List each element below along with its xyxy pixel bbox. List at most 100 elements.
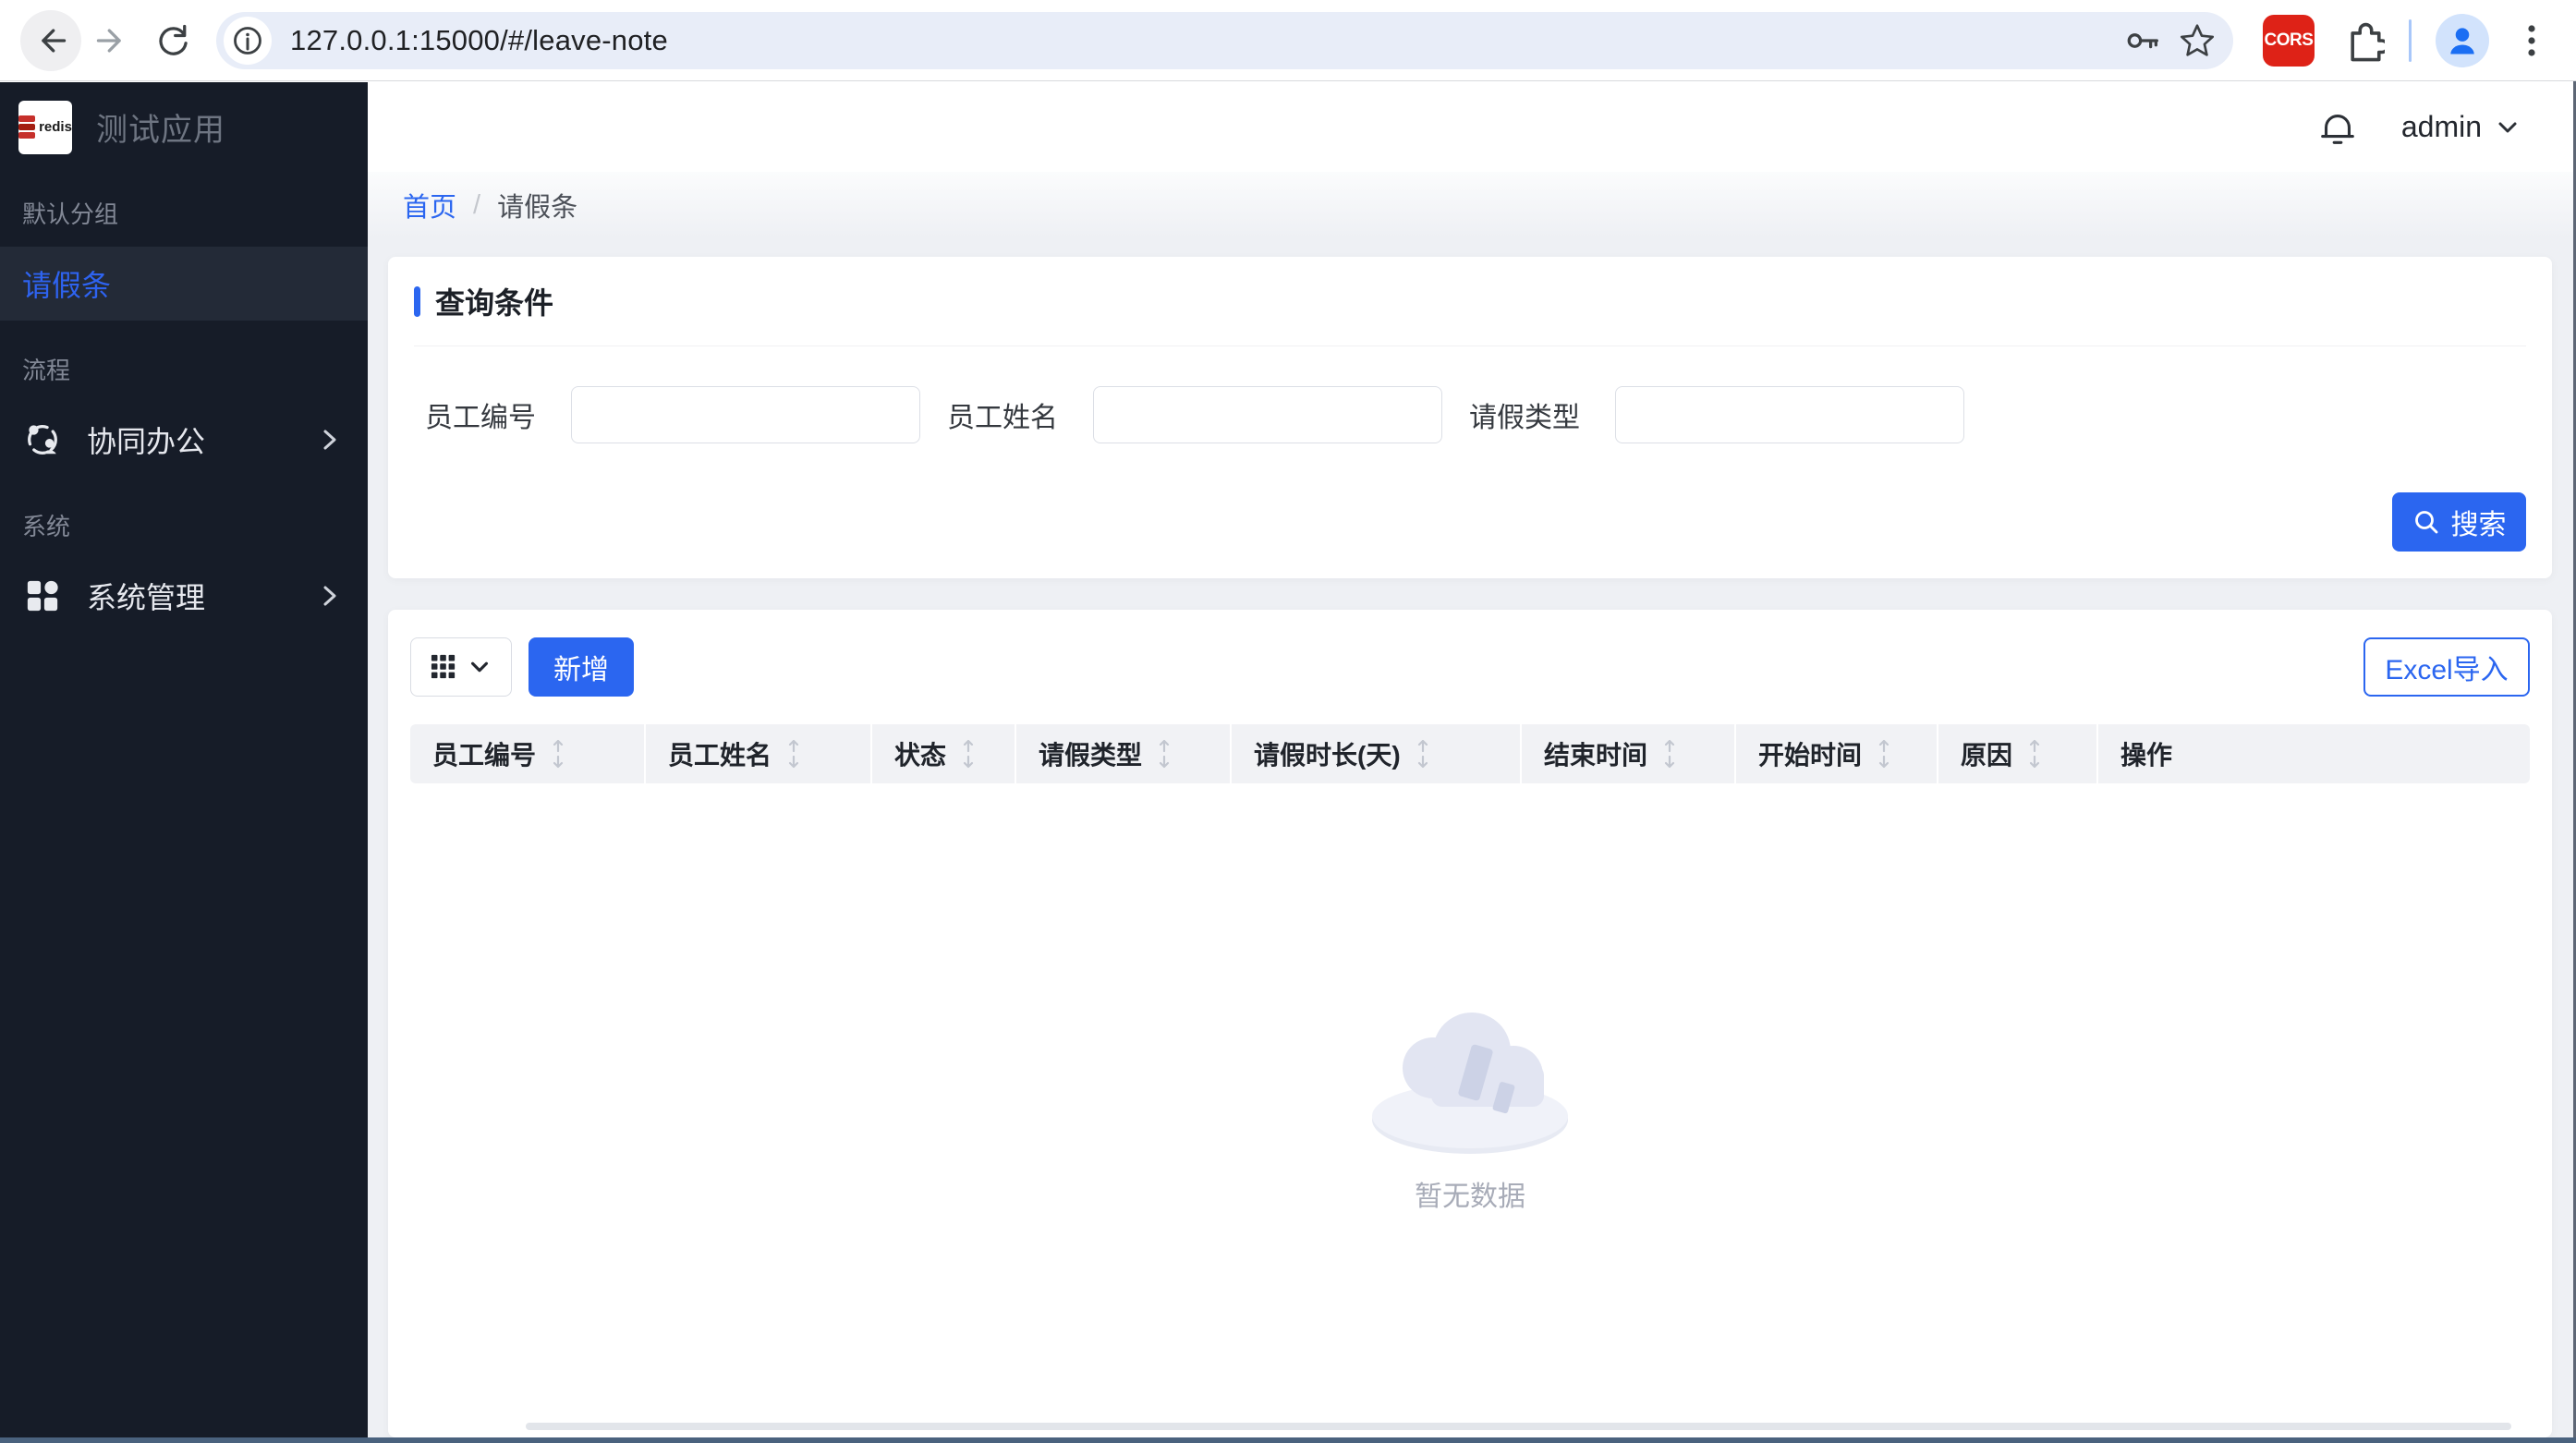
url-bar[interactable]: 127.0.0.1:15000/#/leave-note (216, 11, 2233, 69)
employee-name-input[interactable] (1093, 386, 1442, 443)
column-header-end-time[interactable]: 结束时间 (1522, 724, 1734, 783)
user-name: admin (2400, 110, 2482, 143)
column-header-employee-name[interactable]: 员工姓名 (646, 724, 870, 783)
sort-icon[interactable] (961, 739, 976, 769)
toolbar-divider (2409, 18, 2412, 62)
sidebar-item-collaboration[interactable]: 协同办公 (0, 403, 368, 477)
column-label: 请假类型 (1039, 741, 1143, 770)
field-label: 员工编号 (425, 403, 536, 433)
column-label: 状态 (894, 741, 947, 770)
kebab-menu-icon (2528, 24, 2535, 56)
table-body: 暂无数据 (410, 783, 2530, 1437)
chevron-down-icon (470, 661, 489, 673)
app-header: admin (368, 82, 2576, 172)
leave-type-input[interactable] (1615, 386, 1964, 443)
screen: 127.0.0.1:15000/#/leave-note CORS redis … (0, 0, 2576, 1443)
sort-icon[interactable] (1157, 739, 1172, 769)
cors-extension-icon[interactable]: CORS (2263, 14, 2315, 67)
browser-menu-button[interactable] (2513, 19, 2550, 62)
password-manager-button[interactable] (2117, 14, 2170, 67)
column-header-leave-type[interactable]: 请假类型 (1016, 724, 1230, 783)
search-button-label: 搜索 (2450, 510, 2507, 540)
table-header-row: 员工编号 员工姓名 状态 请假类型 请假时长(天) 结束时间 开始时间 原因 操… (410, 724, 2530, 783)
app-title: 测试应用 (96, 113, 225, 148)
column-label: 员工编号 (432, 741, 537, 770)
person-icon (2450, 27, 2474, 55)
back-button[interactable] (20, 9, 81, 71)
employee-id-input[interactable] (571, 386, 920, 443)
column-label: 操作 (2120, 741, 2173, 770)
chevron-right-icon (318, 581, 342, 611)
column-label: 员工姓名 (668, 741, 772, 770)
arrow-left-icon (42, 28, 67, 53)
chevron-down-icon (2498, 122, 2517, 132)
sort-icon[interactable] (1662, 739, 1677, 769)
browser-toolbar: 127.0.0.1:15000/#/leave-note CORS (0, 0, 2576, 81)
bookmark-button[interactable] (2170, 14, 2224, 67)
app-brand: redis 测试应用 (0, 82, 368, 172)
sidebar-group-process: 流程 (22, 357, 71, 384)
horizontal-scrollbar[interactable] (526, 1423, 2511, 1430)
column-label: 请假时长(天) (1254, 741, 1401, 770)
sort-icon[interactable] (1416, 739, 1430, 769)
notifications-button[interactable] (2316, 106, 2359, 149)
extensions-button[interactable] (2339, 18, 2385, 64)
table-card: 新增 Excel导入 员工编号 员工姓名 状态 请假类型 请假时长(天) 结束时… (388, 610, 2552, 1437)
column-header-reason[interactable]: 原因 (1938, 724, 2096, 783)
excel-import-button[interactable]: Excel导入 (2363, 637, 2530, 697)
column-header-employee-id[interactable]: 员工编号 (410, 724, 644, 783)
query-fields-row: 员工编号 员工姓名 请假类型 (414, 386, 2526, 443)
profile-avatar[interactable] (2436, 13, 2489, 67)
window-bottom-edge (0, 1437, 2576, 1443)
breadcrumb-home-link[interactable]: 首页 (403, 186, 456, 224)
empty-state: 暂无数据 (410, 783, 2530, 1437)
add-button[interactable]: 新增 (529, 637, 634, 697)
sidebar-item-label: 系统管理 (87, 581, 206, 614)
sidebar: redis 测试应用 默认分组 请假条 流程 协同办公 系统 系统管理 (0, 82, 368, 1437)
search-button[interactable]: 搜索 (2392, 492, 2526, 552)
reload-button[interactable] (142, 10, 203, 71)
search-row: 搜索 (414, 492, 2526, 578)
column-label: 原因 (1961, 741, 2013, 770)
sidebar-item-label: 请假条 (22, 269, 112, 302)
apps-grid-icon (22, 578, 63, 613)
info-icon (234, 26, 261, 55)
user-menu[interactable]: admin (2401, 110, 2521, 144)
empty-state-text: 暂无数据 (1415, 1182, 1525, 1212)
column-label: 开始时间 (1758, 741, 1863, 770)
query-card: 查询条件 员工编号 员工姓名 请假类型 搜索 (388, 257, 2552, 578)
content-area: admin 首页 / 请假条 查询条件 员工编号 员工姓名 请假类型 搜索 新增… (368, 82, 2576, 1437)
key-icon (2127, 32, 2158, 48)
table-toolbar: 新增 Excel导入 (410, 637, 2530, 697)
column-header-start-time[interactable]: 开始时间 (1736, 724, 1937, 783)
field-leave-type: 请假类型 (1465, 386, 1987, 443)
sidebar-item-label: 协同办公 (87, 425, 206, 458)
query-card-title: 查询条件 (435, 286, 554, 320)
field-label: 员工姓名 (947, 403, 1058, 433)
field-employee-name: 员工姓名 (943, 386, 1465, 443)
column-header-status[interactable]: 状态 (872, 724, 1015, 783)
column-label: 结束时间 (1544, 741, 1648, 770)
breadcrumb-separator: / (473, 189, 481, 220)
sort-icon[interactable] (2027, 739, 2042, 769)
empty-cloud-illustration (1372, 1013, 1568, 1154)
chevron-right-icon (318, 425, 342, 455)
field-employee-id: 员工编号 (421, 386, 943, 443)
search-icon (2414, 511, 2437, 534)
page-body: 查询条件 员工编号 员工姓名 请假类型 搜索 新增 Excel导入 员工编号 员… (368, 238, 2576, 1437)
forward-button[interactable] (81, 10, 142, 71)
redis-cube-icon (18, 115, 36, 139)
sort-icon[interactable] (786, 739, 801, 769)
sidebar-item-leave-note[interactable]: 请假条 (0, 247, 368, 321)
column-header-actions: 操作 (2098, 724, 2530, 783)
sort-icon[interactable] (1877, 739, 1891, 769)
logo-text: redis (39, 119, 72, 135)
site-info-button[interactable] (224, 16, 272, 65)
field-label: 请假类型 (1469, 403, 1580, 433)
column-settings-button[interactable] (410, 637, 512, 697)
breadcrumb: 首页 / 请假条 (368, 172, 2576, 238)
extensions-area: CORS (2250, 13, 2556, 67)
column-header-leave-duration[interactable]: 请假时长(天) (1232, 724, 1520, 783)
sort-icon[interactable] (551, 739, 565, 769)
sidebar-item-system-management[interactable]: 系统管理 (0, 559, 368, 633)
